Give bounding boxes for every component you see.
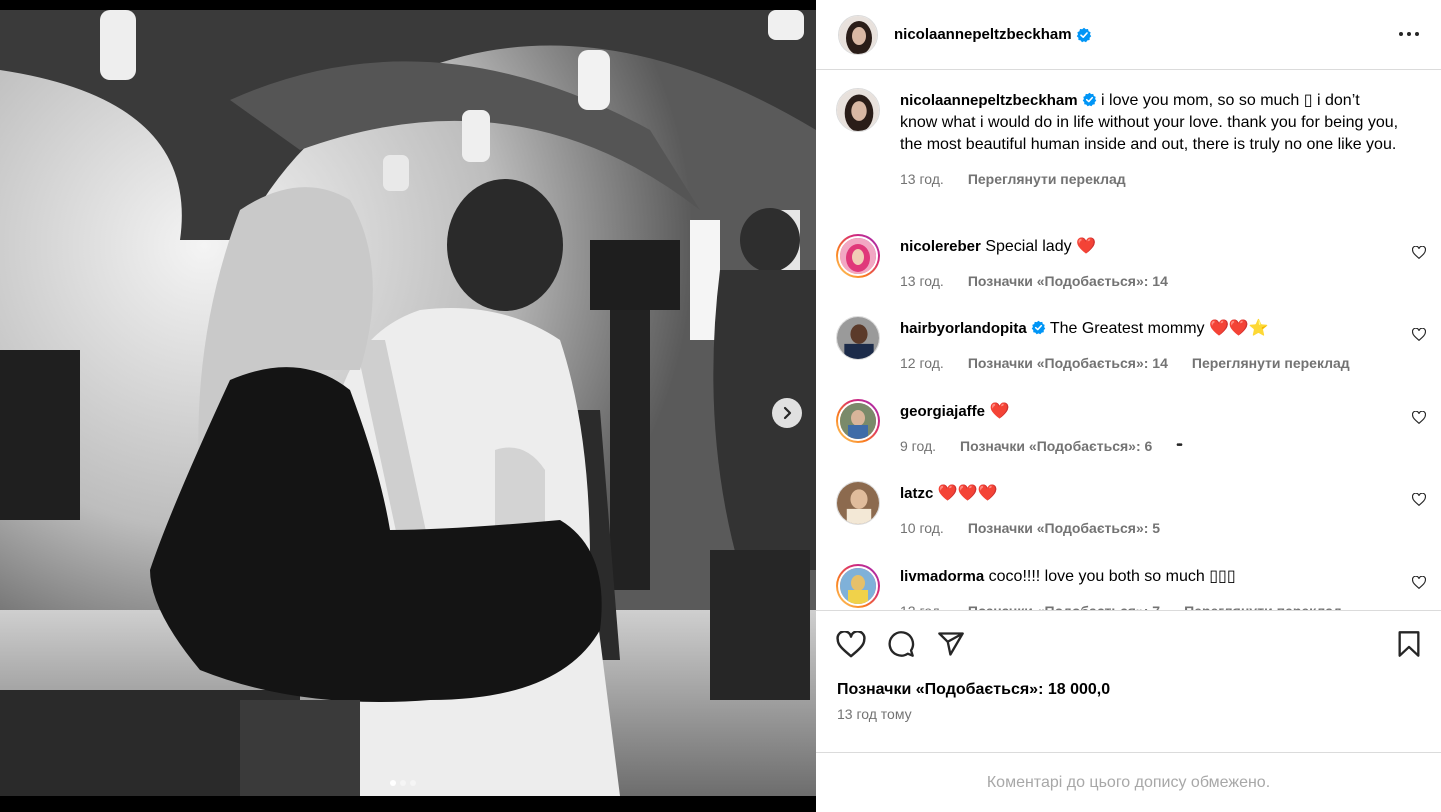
avatar-image — [840, 238, 876, 274]
header-username[interactable]: nicolaannepeltzbeckham — [894, 26, 1072, 43]
avatar-image — [839, 15, 877, 54]
carousel-dot-active — [390, 780, 396, 786]
caption-username[interactable]: nicolaannepeltzbeckham — [900, 92, 1078, 109]
post-viewer: nicolaannepeltzbeckham nicolaannepeltzbe… — [0, 0, 1441, 812]
post-media[interactable] — [0, 10, 816, 796]
comment-emoji: ❤️❤️❤️ — [937, 485, 998, 502]
post-header: nicolaannepeltzbeckham — [816, 0, 1441, 70]
avatar-image — [837, 89, 879, 131]
comment-text: The Greatest mommy — [1049, 320, 1205, 337]
save-button[interactable] — [1394, 629, 1424, 659]
carousel-indicator — [390, 780, 416, 786]
more-horizontal-icon — [1399, 32, 1419, 36]
post-actions: Позначки «Подобається»: 18 000,0 13 год … — [816, 610, 1441, 730]
next-slide-button[interactable] — [772, 398, 802, 428]
share-icon — [938, 632, 964, 656]
like-comment-heart-icon[interactable] — [1412, 411, 1426, 424]
carousel-dot — [400, 780, 406, 786]
like-comment-heart-icon[interactable] — [1412, 576, 1426, 589]
comment-time[interactable]: 12 год. — [900, 600, 944, 610]
post-photo — [0, 10, 816, 796]
comment-time[interactable]: 10 год. — [900, 517, 944, 539]
caption-time[interactable]: 13 год. — [900, 168, 944, 190]
comment-time[interactable]: 12 год. — [900, 352, 944, 374]
avatar[interactable] — [836, 316, 880, 360]
comment-likes[interactable]: Позначки «Подобається»: 5 — [968, 517, 1160, 539]
comment-text: coco!!!! love you both so much ▯▯▯ — [988, 568, 1236, 585]
post-time[interactable]: 13 год тому — [837, 706, 912, 722]
comments-limited-notice: Коментарі до цього допису обмежено. — [816, 752, 1441, 812]
more-options-button[interactable] — [1397, 24, 1421, 44]
comment-time[interactable]: 9 год. — [900, 435, 936, 457]
avatar-image — [837, 317, 879, 359]
comment-username[interactable]: latzc — [900, 485, 933, 502]
comment-button[interactable] — [886, 629, 916, 659]
comment-emoji: ❤️ — [989, 403, 1010, 420]
comment-username[interactable]: georgiajaffe — [900, 403, 985, 420]
like-comment-heart-icon[interactable] — [1412, 328, 1426, 341]
verified-badge-icon — [1082, 92, 1096, 107]
avatar-image — [840, 568, 876, 604]
comment-username[interactable]: livmadorma — [900, 568, 984, 585]
see-translation-link[interactable]: Переглянути переклад — [1192, 352, 1350, 374]
carousel-dot — [410, 780, 416, 786]
comment-username[interactable]: hairbyorlandopita — [900, 320, 1027, 337]
chevron-right-icon — [783, 406, 792, 420]
comment-time[interactable]: 13 год. — [900, 270, 944, 292]
comment-username[interactable]: nicolereber — [900, 238, 981, 255]
comment-likes[interactable]: Позначки «Подобається»: 14 — [968, 352, 1168, 374]
like-comment-heart-icon[interactable] — [1412, 246, 1426, 259]
heart-icon — [836, 630, 866, 657]
comment-emoji: ❤️ — [1076, 238, 1096, 255]
post-side-panel: nicolaannepeltzbeckham nicolaannepeltzbe… — [816, 0, 1441, 812]
comments-list[interactable]: nicolaannepeltzbeckham i love you mom, s… — [816, 70, 1441, 610]
avatar[interactable] — [836, 234, 880, 278]
share-button[interactable] — [936, 629, 966, 659]
bookmark-icon — [1398, 631, 1420, 657]
like-button[interactable] — [836, 629, 866, 659]
comment-likes[interactable]: Позначки «Подобається»: 7 — [968, 600, 1160, 610]
verified-badge-icon — [1031, 320, 1045, 335]
likes-count[interactable]: Позначки «Подобається»: 18 000,0 — [837, 681, 1110, 699]
comment-text: Special lady — [985, 238, 1072, 255]
verified-badge-icon — [1076, 27, 1091, 42]
avatar[interactable] — [836, 564, 880, 608]
avatar[interactable] — [836, 88, 880, 132]
avatar-image — [840, 403, 876, 439]
like-comment-heart-icon[interactable] — [1412, 493, 1426, 506]
avatar-image — [837, 482, 879, 524]
avatar[interactable] — [838, 14, 878, 55]
see-translation-link[interactable]: Переглянути переклад — [1184, 600, 1342, 610]
avatar[interactable] — [836, 399, 880, 443]
comment-icon — [888, 631, 915, 657]
caption-text: nicolaannepeltzbeckham i love you mom, s… — [900, 90, 1400, 156]
comment-more-button[interactable]: ••• — [1176, 435, 1182, 457]
comment-likes[interactable]: Позначки «Подобається»: 6 — [960, 435, 1152, 457]
see-translation-link[interactable]: Переглянути переклад — [968, 168, 1126, 190]
comment-emoji: ❤️❤️⭐ — [1209, 320, 1269, 337]
avatar[interactable] — [836, 481, 880, 525]
comment-likes[interactable]: Позначки «Подобається»: 14 — [968, 270, 1168, 292]
